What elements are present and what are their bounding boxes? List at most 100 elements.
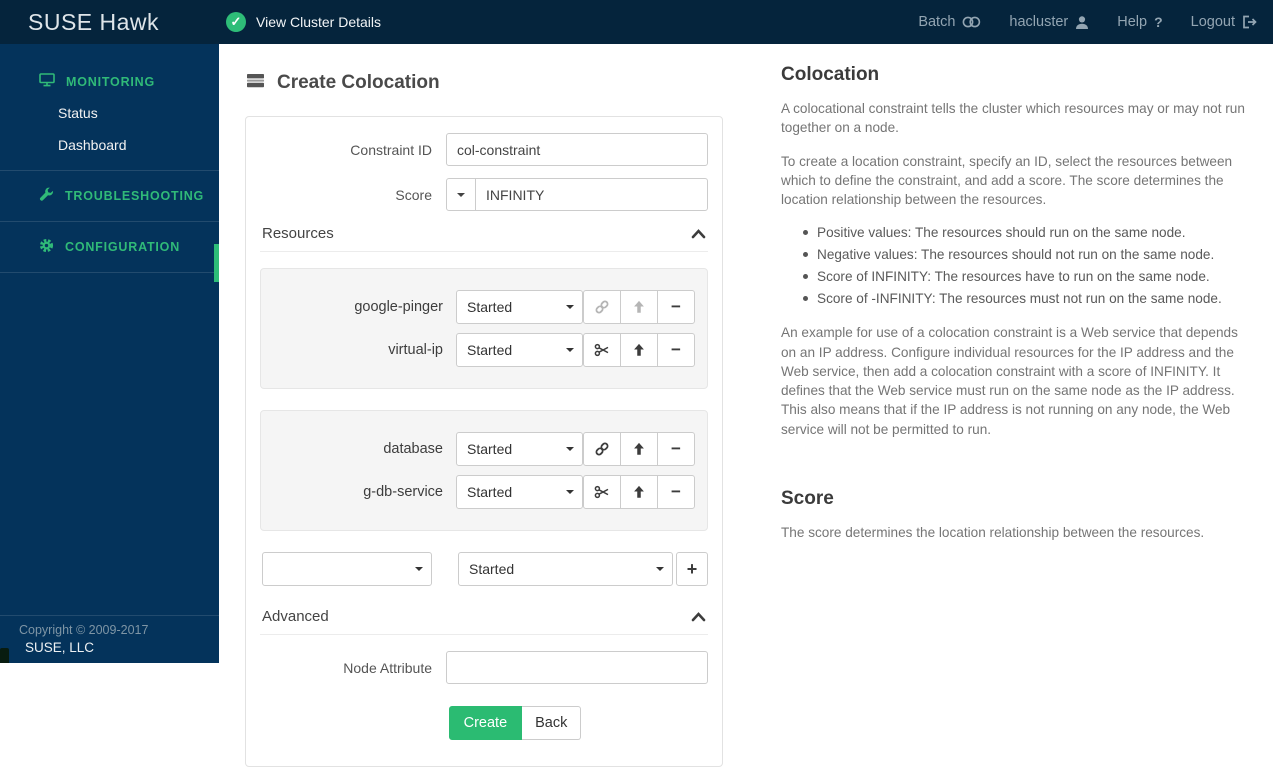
sidebar-item-troubleshooting[interactable]: TROUBLESHOOTING bbox=[0, 180, 219, 212]
page-title: Create Colocation bbox=[247, 72, 723, 94]
help-paragraph: To create a location constraint, specify… bbox=[781, 152, 1245, 210]
resource-name: g-db-service bbox=[273, 484, 456, 500]
help-button[interactable]: Help ? bbox=[1117, 14, 1162, 30]
score-input[interactable] bbox=[475, 178, 708, 211]
logout-button[interactable]: Logout bbox=[1191, 14, 1257, 30]
copyright-text: Copyright © 2009-2017 bbox=[19, 623, 219, 637]
user-menu[interactable]: hacluster bbox=[1009, 14, 1089, 30]
help-score-title: Score bbox=[781, 488, 1245, 510]
move-up-button[interactable] bbox=[620, 432, 658, 466]
resource-state-select[interactable]: Started bbox=[456, 290, 583, 324]
logout-label: Logout bbox=[1191, 14, 1235, 30]
main-content: Create Colocation Constraint ID Score Re… bbox=[219, 44, 1273, 663]
sidebar-footer: Copyright © 2009-2017 SUSE, LLC bbox=[0, 615, 219, 663]
app-logo[interactable]: SUSE Hawk bbox=[0, 9, 219, 36]
page-title-text: Create Colocation bbox=[277, 72, 440, 94]
help-paragraph: A colocational constraint tells the clus… bbox=[781, 99, 1245, 138]
resource-group: database Started − g-db-service Star bbox=[260, 410, 708, 531]
help-score-section: Score The score determines the location … bbox=[781, 488, 1245, 542]
help-bullet: Score of -INFINITY: The resources must n… bbox=[817, 290, 1245, 308]
resource-state-select[interactable]: Started bbox=[456, 432, 583, 466]
monitor-icon bbox=[39, 73, 55, 90]
constraint-id-input[interactable] bbox=[446, 133, 708, 166]
topbar: SUSE Hawk ✓ View Cluster Details Batch h… bbox=[0, 0, 1273, 44]
unlink-resource-button[interactable] bbox=[583, 333, 621, 367]
suse-logo-fragment bbox=[0, 648, 9, 663]
help-bullet-list: Positive values: The resources should ru… bbox=[781, 224, 1245, 308]
help-label: Help bbox=[1117, 14, 1147, 30]
resources-section-header: Resources bbox=[260, 223, 708, 252]
sidebar-item-configuration[interactable]: CONFIGURATION bbox=[0, 231, 219, 263]
view-cluster-details-link[interactable]: ✓ View Cluster Details bbox=[226, 12, 381, 32]
add-resource-row: Started + bbox=[260, 552, 708, 586]
batch-toggle-icon bbox=[962, 15, 981, 29]
monitoring-label: MONITORING bbox=[66, 75, 155, 89]
batch-label: Batch bbox=[918, 14, 955, 30]
gear-icon bbox=[39, 238, 54, 256]
unlink-resource-button[interactable] bbox=[583, 475, 621, 509]
sidebar-item-status[interactable]: Status bbox=[0, 97, 219, 129]
score-label: Score bbox=[260, 187, 446, 203]
resource-group: google-pinger Started − virtual-ip S bbox=[260, 268, 708, 389]
company-text: SUSE, LLC bbox=[19, 640, 219, 655]
resource-picker-select[interactable] bbox=[262, 552, 432, 586]
resource-row: google-pinger Started − bbox=[273, 290, 695, 324]
collapse-resources-button[interactable] bbox=[691, 228, 706, 239]
remove-resource-button[interactable]: − bbox=[657, 475, 695, 509]
back-button[interactable]: Back bbox=[522, 706, 581, 740]
move-up-button[interactable] bbox=[620, 333, 658, 367]
create-button[interactable]: Create bbox=[449, 706, 523, 740]
constraint-id-label: Constraint ID bbox=[260, 142, 446, 158]
colocation-list-icon bbox=[247, 72, 265, 94]
sidebar: MONITORING Status Dashboard TROUBLESHOOT… bbox=[0, 44, 219, 663]
score-dropdown-toggle[interactable] bbox=[446, 178, 476, 211]
sidebar-divider bbox=[0, 221, 219, 222]
form-card: Constraint ID Score Resources googl bbox=[245, 116, 723, 767]
sidebar-item-dashboard[interactable]: Dashboard bbox=[0, 129, 219, 161]
sidebar-item-monitoring[interactable]: MONITORING bbox=[0, 66, 219, 97]
cluster-ok-icon: ✓ bbox=[226, 12, 246, 32]
cluster-link-label: View Cluster Details bbox=[256, 14, 381, 30]
help-bullet: Positive values: The resources should ru… bbox=[817, 224, 1245, 242]
help-panel: Colocation A colocational constraint tel… bbox=[781, 64, 1245, 556]
resource-name: google-pinger bbox=[273, 299, 456, 315]
logout-icon bbox=[1242, 15, 1257, 29]
score-combobox bbox=[446, 178, 708, 211]
advanced-header-label: Advanced bbox=[262, 608, 329, 625]
node-attribute-input[interactable] bbox=[446, 651, 708, 684]
resource-state-select[interactable]: Started bbox=[456, 333, 583, 367]
resource-row: database Started − bbox=[273, 432, 695, 466]
node-attribute-label: Node Attribute bbox=[260, 660, 446, 676]
user-icon bbox=[1075, 15, 1089, 30]
resource-state-select[interactable]: Started bbox=[456, 475, 583, 509]
wrench-icon bbox=[39, 187, 54, 205]
add-resource-button[interactable]: + bbox=[676, 552, 708, 586]
form-actions: Create Back bbox=[322, 706, 708, 740]
link-resource-button[interactable] bbox=[583, 290, 621, 324]
username-label: hacluster bbox=[1009, 14, 1068, 30]
remove-resource-button[interactable]: − bbox=[657, 432, 695, 466]
resource-name: database bbox=[273, 441, 456, 457]
help-bullet: Score of INFINITY: The resources have to… bbox=[817, 268, 1245, 286]
topbar-menu: Batch hacluster Help ? Logout bbox=[918, 14, 1273, 30]
help-icon: ? bbox=[1154, 14, 1163, 30]
resource-row: virtual-ip Started − bbox=[273, 333, 695, 367]
sidebar-divider bbox=[0, 170, 219, 171]
help-score-text: The score determines the location relati… bbox=[781, 523, 1245, 542]
advanced-section-header: Advanced bbox=[260, 606, 708, 635]
move-up-button[interactable] bbox=[620, 475, 658, 509]
move-up-button[interactable] bbox=[620, 290, 658, 324]
new-resource-state-select[interactable]: Started bbox=[458, 552, 673, 586]
remove-resource-button[interactable]: − bbox=[657, 290, 695, 324]
resource-name: virtual-ip bbox=[273, 342, 456, 358]
link-resource-button[interactable] bbox=[583, 432, 621, 466]
collapse-advanced-button[interactable] bbox=[691, 611, 706, 622]
batch-button[interactable]: Batch bbox=[918, 14, 981, 30]
sidebar-divider bbox=[0, 272, 219, 273]
troubleshooting-label: TROUBLESHOOTING bbox=[65, 189, 204, 203]
create-colocation-form: Create Colocation Constraint ID Score Re… bbox=[245, 66, 723, 767]
resource-row: g-db-service Started − bbox=[273, 475, 695, 509]
remove-resource-button[interactable]: − bbox=[657, 333, 695, 367]
configuration-label: CONFIGURATION bbox=[65, 240, 180, 254]
help-colocation-title: Colocation bbox=[781, 64, 1245, 86]
